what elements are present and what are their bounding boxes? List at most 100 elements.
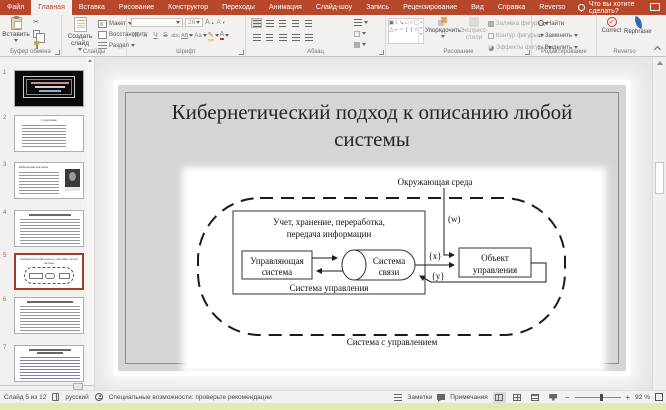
section-label: Раздел (109, 43, 129, 49)
line-spacing-button[interactable] (303, 18, 314, 28)
tab-home[interactable]: Главная (31, 0, 72, 15)
collapse-ribbon-icon[interactable] (654, 46, 661, 53)
scroll-up-icon (88, 59, 92, 62)
comments-button[interactable]: Примечания (450, 394, 488, 401)
scrollbar-thumb[interactable] (655, 162, 664, 194)
copy-button[interactable] (33, 29, 41, 38)
tab-slideshow[interactable]: Слайд-шоу (309, 0, 359, 15)
justify-button[interactable] (290, 32, 301, 42)
align-center-button[interactable] (264, 32, 275, 42)
zoom-out-button[interactable]: − (565, 393, 570, 402)
zoom-slider-thumb[interactable] (600, 394, 603, 401)
dialog-launcher-icon[interactable] (525, 50, 530, 55)
current-slide[interactable]: Кибернетический подход к описанию любой … (118, 85, 626, 371)
group-paragraph: Абзац (246, 15, 386, 56)
label-w: (w) (448, 214, 461, 224)
notes-button[interactable]: Заметки (407, 394, 432, 401)
language-indicator[interactable]: русский (65, 394, 88, 401)
quick-styles-button[interactable]: Экспресс- стили (462, 17, 486, 41)
zoom-percentage[interactable]: 92 % (635, 394, 650, 401)
italic-button[interactable]: К (141, 31, 150, 40)
accessibility-status[interactable]: Специальные возможности: проверьте реком… (109, 394, 272, 401)
highlight-button[interactable]: ✎ (208, 31, 219, 40)
highlight-icon: ✎ (208, 31, 214, 41)
fit-slide-button[interactable] (655, 393, 663, 401)
normal-view-button[interactable] (493, 392, 506, 403)
align-right-button[interactable] (277, 32, 288, 42)
reset-icon (98, 31, 107, 39)
font-size-combobox[interactable]: 26 (185, 18, 203, 27)
shapes-gallery-scrollbar[interactable]: ▴▾▾ (418, 19, 423, 43)
grow-font-button[interactable]: А▲ (205, 18, 215, 27)
tab-file[interactable]: Файл (0, 0, 31, 15)
shapes-gallery[interactable]: ▣\↘□○▢ △⌐~{}☆ ▴▾▾ (388, 18, 424, 44)
numbering-button[interactable] (264, 18, 275, 28)
feather-icon (632, 16, 644, 29)
underline-button[interactable]: Ч (151, 31, 160, 40)
tab-help[interactable]: Справка (491, 0, 532, 15)
title-bar (31, 82, 69, 84)
smartart-button[interactable] (354, 40, 368, 49)
dialog-launcher-icon[interactable] (55, 50, 60, 55)
text-shadow-button[interactable]: abc (171, 31, 180, 40)
tab-design[interactable]: Конструктор (161, 0, 215, 15)
slide-diagram[interactable]: Окружающая среда (w) Учет, хранение, пер… (187, 172, 601, 368)
change-case-button[interactable]: Аа (194, 31, 206, 40)
thumbnail-slide-3[interactable]: Кибернетика как наука (14, 162, 84, 199)
new-slide-button[interactable]: Создать слайд (65, 17, 95, 51)
zoom-slider[interactable] (575, 397, 621, 398)
zoom-in-button[interactable]: + (626, 393, 631, 402)
tab-transitions[interactable]: Переходы (215, 0, 262, 15)
tab-record[interactable]: Запись (359, 0, 396, 15)
slideshow-button[interactable] (547, 392, 560, 403)
replace-button[interactable]: ⇄Заменить (538, 31, 578, 40)
correct-label: Correct (602, 28, 622, 34)
dialog-launcher-icon[interactable] (239, 50, 244, 55)
thumbnail-slide-6[interactable] (14, 297, 84, 334)
tab-animations[interactable]: Анимация (262, 0, 309, 15)
reverso-rephraser-button[interactable]: Rephraser (625, 17, 651, 35)
align-left-button[interactable] (251, 32, 262, 42)
comments-icon[interactable] (650, 3, 660, 11)
text-direction-button[interactable] (354, 18, 368, 27)
cut-button[interactable]: ✂ (33, 18, 41, 27)
reverso-correct-button[interactable]: ✓ Correct (600, 17, 623, 34)
increase-indent-button[interactable] (290, 18, 301, 28)
arrange-button[interactable]: Упорядочить (426, 17, 460, 38)
columns-button[interactable] (303, 32, 314, 42)
character-spacing-button[interactable]: АВ (181, 31, 193, 40)
font-name-combobox[interactable] (131, 18, 183, 27)
tab-reverso[interactable]: Reverso (532, 0, 572, 15)
font-color-button[interactable]: А (220, 31, 230, 40)
bullets-button[interactable] (251, 18, 262, 28)
font-size-value: 26 (188, 19, 195, 26)
align-text-button[interactable] (354, 29, 368, 38)
thumbnail-scrollbar[interactable] (87, 57, 94, 390)
shrink-font-button[interactable]: А▼ (217, 18, 226, 27)
find-button[interactable]: Найти (538, 19, 578, 28)
reading-view-button[interactable] (529, 392, 542, 403)
tab-draw[interactable]: Рисование (112, 0, 161, 15)
ribbon: Вставить ✂ Буфер обмена Создать слайд Ма… (0, 15, 666, 57)
strikethrough-button[interactable]: S (161, 31, 170, 40)
italic-label: К (143, 32, 147, 39)
canvas-scrollbar[interactable] (652, 57, 666, 390)
dialog-launcher-icon[interactable] (379, 50, 384, 55)
slide-sorter-button[interactable] (511, 392, 524, 403)
tab-review[interactable]: Рецензирование (396, 0, 464, 15)
proofing-icon[interactable] (52, 393, 59, 401)
thumbnail-slide-1[interactable] (14, 70, 84, 107)
chevron-down-icon (189, 34, 193, 37)
thumbnail-slide-2[interactable]: Содержание (14, 115, 84, 152)
thumbnail-slide-7[interactable] (14, 345, 84, 382)
tab-insert[interactable]: Вставка (72, 0, 112, 15)
thumbnail-slide-4[interactable] (14, 210, 84, 247)
title-bar (27, 301, 73, 303)
bold-button[interactable]: Ж (131, 31, 140, 40)
decrease-indent-button[interactable] (277, 18, 288, 28)
slide-title[interactable]: Кибернетический подход к описанию любой … (148, 99, 596, 153)
thumbnail-slide-5-selected[interactable]: Кибернетический подход к описанию любой … (14, 253, 84, 290)
paste-button[interactable]: Вставить (3, 17, 29, 42)
tab-view[interactable]: Вид (464, 0, 491, 15)
format-painter-button[interactable] (33, 40, 41, 49)
